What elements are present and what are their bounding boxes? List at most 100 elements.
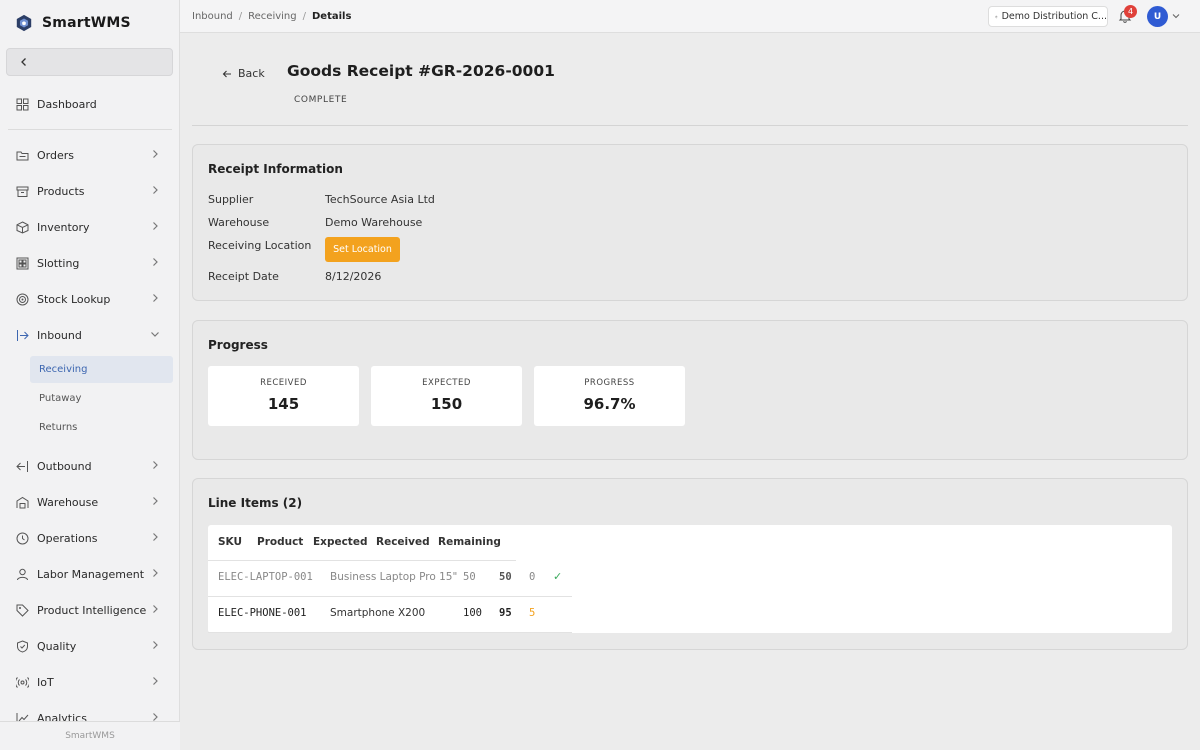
supplier-label: Supplier — [208, 193, 254, 206]
column-header-expected[interactable]: Expected — [313, 536, 367, 548]
check-icon: ✓ — [553, 570, 563, 583]
sidebar-item-dashboard[interactable]: Dashboard — [8, 90, 172, 118]
chevron-right-icon — [153, 641, 158, 649]
sidebar-item-warehouse[interactable]: Warehouse — [8, 488, 172, 516]
notification-badge: 4 — [1124, 5, 1137, 18]
status-badge: COMPLETE — [294, 95, 348, 105]
expected-cell: 50 — [463, 571, 476, 583]
received-cell: 50 — [499, 571, 512, 583]
sidebar-collapse-button[interactable] — [6, 48, 173, 76]
breadcrumb-details: Details — [312, 10, 352, 22]
sidebar-item-product-intelligence[interactable]: Product Intelligence — [8, 596, 172, 624]
column-header-sku[interactable]: SKU — [218, 536, 242, 548]
box-icon — [15, 184, 29, 198]
logo-icon — [16, 14, 32, 32]
header-divider — [208, 560, 516, 561]
sidebar-item-inventory[interactable]: Inventory — [8, 213, 172, 241]
breadcrumb-separator: / — [238, 10, 243, 22]
user-icon — [15, 567, 29, 581]
sidebar-item-iot[interactable]: IoT — [8, 668, 172, 696]
chevron-right-icon — [153, 258, 158, 266]
sidebar-item-slotting[interactable]: Slotting — [8, 249, 172, 277]
back-label: Back — [238, 67, 265, 80]
location-name: Demo Distribution C... — [1001, 11, 1107, 22]
sidebar-subitem-returns[interactable]: Returns — [30, 414, 173, 441]
sidebar: SmartWMS Dashboard Orders Products Inven… — [0, 0, 180, 750]
column-header-remaining[interactable]: Remaining — [438, 536, 501, 548]
sidebar-item-orders[interactable]: Orders — [8, 141, 172, 169]
expected-stat: EXPECTED 150 — [371, 366, 522, 426]
chevron-down-icon[interactable] — [1172, 12, 1180, 20]
receipt-date-value: 8/12/2026 — [325, 270, 382, 283]
card-title: Progress — [208, 338, 268, 352]
tag-icon — [15, 603, 29, 617]
receipt-date-label: Receipt Date — [208, 270, 279, 283]
warehouse-icon — [15, 495, 29, 509]
layout-icon — [15, 256, 29, 270]
folder-icon — [15, 148, 29, 162]
signal-icon — [15, 675, 29, 689]
sidebar-divider — [8, 129, 172, 130]
map-pin-icon — [995, 15, 998, 18]
sidebar-item-operations[interactable]: Operations — [8, 524, 172, 552]
line-items-card: Line Items (2) SKU Product Expected Rece… — [192, 478, 1188, 650]
sidebar-item-stock-lookup[interactable]: Stock Lookup — [8, 285, 172, 313]
cube-icon — [15, 220, 29, 234]
column-header-received[interactable]: Received — [376, 536, 430, 548]
chevron-right-icon — [153, 461, 158, 469]
breadcrumb-inbound[interactable]: Inbound — [192, 11, 233, 22]
sidebar-subitem-receiving[interactable]: Receiving — [30, 356, 173, 383]
page-title: Goods Receipt #GR-2026-0001 — [287, 62, 555, 80]
chevron-right-icon — [153, 569, 158, 577]
stat-label: EXPECTED — [422, 378, 471, 388]
sidebar-item-inbound[interactable]: Inbound — [8, 321, 172, 349]
column-header-product[interactable]: Product — [257, 536, 303, 548]
sidebar-item-quality[interactable]: Quality — [8, 632, 172, 660]
card-title: Line Items (2) — [208, 496, 303, 510]
arrow-left-icon — [222, 70, 231, 77]
progress-card: Progress RECEIVED 145 EXPECTED 150 PROGR… — [192, 320, 1188, 460]
product-cell: Business Laptop Pro 15" — [330, 571, 458, 583]
sidebar-item-products[interactable]: Products — [8, 177, 172, 205]
sku-cell: ELEC-PHONE-001 — [218, 607, 307, 619]
progress-stat: PROGRESS 96.7% — [534, 366, 685, 426]
supplier-value: TechSource Asia Ltd — [325, 193, 435, 206]
shield-icon — [15, 639, 29, 653]
sku-cell: ELEC-LAPTOP-001 — [218, 571, 313, 583]
row-divider — [208, 596, 572, 597]
warehouse-label: Warehouse — [208, 216, 270, 229]
received-cell: 95 — [499, 607, 512, 619]
arrow-in-icon — [15, 328, 29, 342]
page-header: Back Goods Receipt #GR-2026-0001 COMPLET… — [192, 45, 1188, 126]
warehouse-value: Demo Warehouse — [325, 216, 423, 229]
sidebar-item-labor-management[interactable]: Labor Management — [8, 560, 172, 588]
location-selector[interactable]: Demo Distribution C... — [988, 6, 1108, 27]
expected-cell: 100 — [463, 607, 482, 619]
chevron-left-icon — [21, 58, 26, 66]
breadcrumb-receiving[interactable]: Receiving — [248, 11, 296, 22]
chevron-right-icon — [153, 497, 158, 505]
chevron-right-icon — [153, 533, 158, 541]
stat-value: 150 — [430, 395, 463, 413]
chevron-right-icon — [153, 294, 158, 302]
received-stat: RECEIVED 145 — [208, 366, 359, 426]
target-icon — [15, 292, 29, 306]
sidebar-item-outbound[interactable]: Outbound — [8, 452, 172, 480]
back-button[interactable]: Back — [222, 67, 265, 80]
sidebar-subitem-putaway[interactable]: Putaway — [30, 385, 173, 412]
row-divider — [208, 632, 572, 633]
chevron-right-icon — [153, 677, 158, 685]
receipt-information-card: Receipt Information Supplier TechSource … — [192, 144, 1188, 301]
chevron-right-icon — [153, 186, 158, 194]
arrow-out-icon — [15, 459, 29, 473]
chevron-down-icon — [151, 332, 159, 337]
stat-value: 96.7% — [583, 395, 636, 413]
sidebar-footer: SmartWMS — [0, 721, 180, 750]
set-location-button[interactable]: Set Location — [325, 237, 400, 262]
remaining-cell: 0 — [529, 571, 536, 583]
brand[interactable]: SmartWMS — [0, 0, 179, 46]
remaining-cell: 5 — [529, 607, 536, 619]
avatar[interactable]: U — [1147, 6, 1168, 27]
grid-icon — [15, 97, 29, 111]
stat-label: PROGRESS — [584, 378, 635, 388]
